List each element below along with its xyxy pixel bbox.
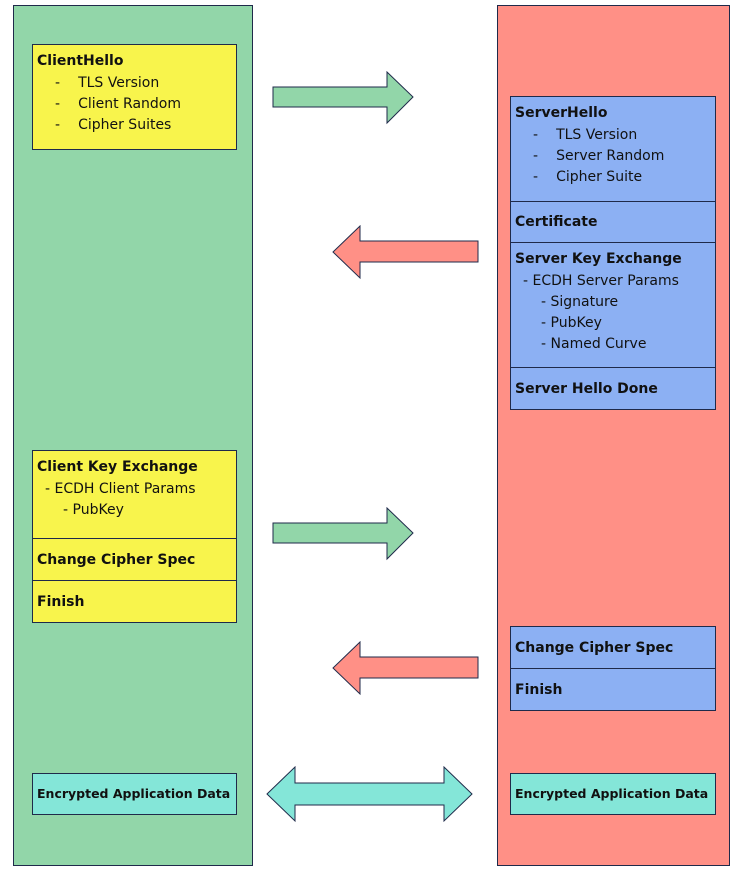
server-param-item: Signature xyxy=(550,294,619,310)
client-app-data-label: Encrypted Application Data xyxy=(37,786,231,801)
client-app-data-box: Encrypted Application Data xyxy=(32,773,237,815)
server-key-exchange-title: Server Key Exchange xyxy=(515,251,682,267)
arrow-right-client-key-exchange xyxy=(272,507,414,561)
certificate-label: Certificate xyxy=(515,214,598,230)
client-finish-label: Finish xyxy=(37,593,85,610)
server-hello-title: ServerHello xyxy=(515,105,608,121)
ecdh-client-params: ECDH Client Params xyxy=(54,481,196,497)
arrow-bidirectional-app-data xyxy=(266,766,473,823)
server-app-data-box: Encrypted Application Data xyxy=(510,773,716,815)
server-hello-item: Server Random xyxy=(556,148,665,164)
server-change-cipher-spec-label: Change Cipher Spec xyxy=(515,639,674,656)
arrow-left-server-hello xyxy=(332,225,479,280)
arrow-left-server-finish xyxy=(332,641,479,696)
client-hello-item: Client Random xyxy=(78,96,182,112)
certificate-box: Certificate xyxy=(510,201,716,243)
server-key-exchange-box: Server Key Exchange - ECDH Server Params… xyxy=(510,242,716,368)
server-app-data-label: Encrypted Application Data xyxy=(515,786,709,801)
arrow-right-client-hello xyxy=(272,71,414,125)
client-key-exchange-box: Client Key Exchange - ECDH Client Params… xyxy=(32,450,237,539)
server-finish-label: Finish xyxy=(515,681,563,698)
server-param-item: Named Curve xyxy=(550,336,647,352)
client-pubkey: PubKey xyxy=(72,502,124,518)
server-param-item: PubKey xyxy=(550,315,602,331)
server-finish-box: Finish xyxy=(510,668,716,711)
bullet: - xyxy=(541,315,547,331)
client-hello-item: TLS Version xyxy=(78,75,160,91)
bullet: - xyxy=(45,481,51,497)
client-change-cipher-spec-label: Change Cipher Spec xyxy=(37,551,196,568)
bullet: - xyxy=(63,502,69,518)
client-hello-title: ClientHello xyxy=(37,53,124,69)
client-hello-box: ClientHello - TLS Version - Client Random … xyxy=(32,44,237,150)
server-hello-item: Cipher Suite xyxy=(556,169,643,185)
server-hello-done-box: Server Hello Done xyxy=(510,367,716,410)
server-hello-done-label: Server Hello Done xyxy=(515,380,658,397)
bullet: - xyxy=(523,273,529,289)
client-key-exchange-title: Client Key Exchange xyxy=(37,459,198,475)
tls-handshake-diagram: ClientHello - TLS Version - Client Random … xyxy=(0,0,743,876)
client-finish-box: Finish xyxy=(32,580,237,623)
server-hello-box: ServerHello - TLS Version - Server Random … xyxy=(510,96,716,202)
server-change-cipher-spec-box: Change Cipher Spec xyxy=(510,626,716,669)
bullet: - xyxy=(541,336,547,352)
ecdh-server-params: ECDH Server Params xyxy=(532,273,679,289)
client-hello-item: Cipher Suites xyxy=(78,117,172,133)
bullet: - xyxy=(541,294,547,310)
client-change-cipher-spec-box: Change Cipher Spec xyxy=(32,538,237,581)
server-hello-item: TLS Version xyxy=(556,127,638,143)
